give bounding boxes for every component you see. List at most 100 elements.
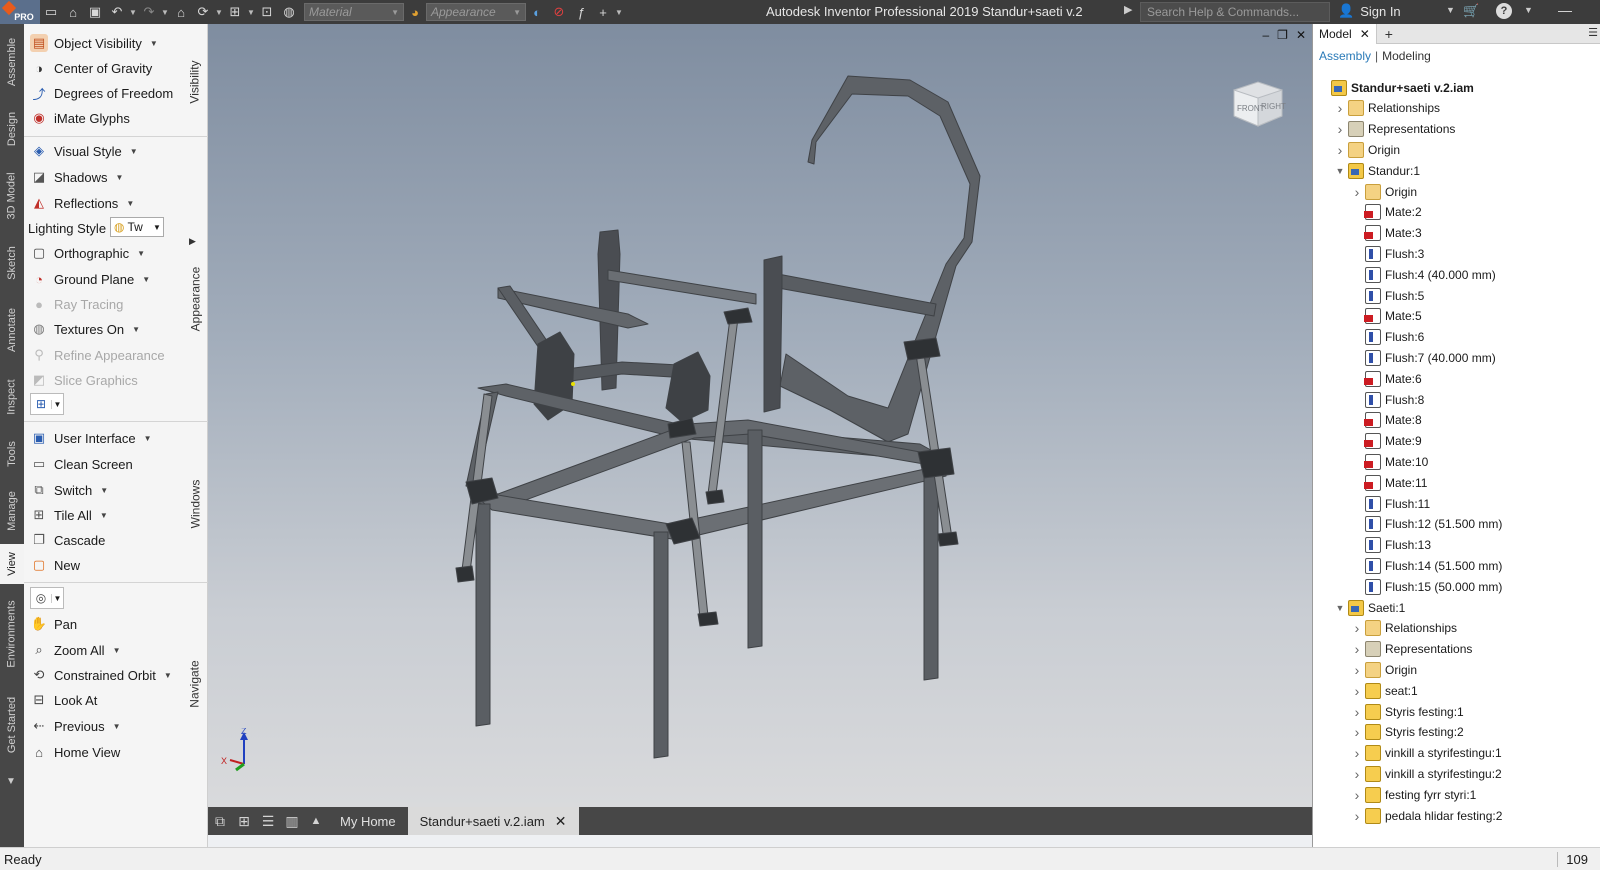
clear-appearance-icon[interactable]: ⊘	[548, 2, 570, 22]
tree-item[interactable]: › Origin	[1351, 659, 1417, 680]
add-tab-icon[interactable]: +	[1385, 26, 1393, 42]
new-window-button[interactable]: ▢ New	[30, 554, 80, 576]
chevron-right-icon[interactable]: ›	[1334, 100, 1346, 116]
appearance-expand-icon[interactable]: ▶	[189, 236, 196, 247]
redo-icon[interactable]: ↷	[138, 2, 160, 22]
tab-environments[interactable]: Environments	[0, 592, 24, 676]
ground-plane-button[interactable]: ◔ Ground Plane ▼	[30, 268, 150, 290]
tree-item[interactable]: › pedala hlidar festing:2	[1351, 805, 1502, 826]
cascade-windows-icon[interactable]: ⧉	[208, 807, 232, 835]
tree-item[interactable]: Flush:15 (50.000 mm)	[1351, 576, 1502, 597]
update-icon[interactable]: ⟳	[192, 2, 214, 22]
chevron-right-icon[interactable]: ›	[1351, 808, 1363, 824]
tab-assemble[interactable]: Assemble	[0, 30, 24, 94]
chevron-right-icon[interactable]: ›	[1351, 704, 1363, 720]
appearance-sphere-icon[interactable]: ◕	[404, 2, 426, 22]
chevron-right-icon[interactable]: ›	[1351, 724, 1363, 740]
tree-item[interactable]: Mate:2	[1351, 202, 1422, 223]
select-caret-icon[interactable]: ▼	[246, 8, 256, 17]
chevron-right-icon[interactable]: ›	[1351, 641, 1363, 657]
cart-icon[interactable]: 🛒	[1463, 3, 1479, 19]
tree-item[interactable]: Flush:6	[1351, 327, 1424, 348]
steering-wheel-split-button[interactable]: ◎ ▼	[30, 587, 64, 609]
zoom-all-button[interactable]: ⌕ Zoom All ▼	[30, 639, 120, 661]
tile-windows-icon[interactable]: ⊞	[232, 807, 256, 835]
new-file-icon[interactable]: ▭	[40, 2, 62, 22]
tree-item[interactable]: › Representations	[1334, 119, 1455, 140]
degrees-of-freedom-button[interactable]: ⤴ Degrees of Freedom	[30, 82, 173, 104]
chevron-right-icon[interactable]: ›	[1351, 745, 1363, 761]
tab-annotate[interactable]: Annotate	[0, 298, 24, 362]
ray-tracing-button[interactable]: ● Ray Tracing	[30, 293, 123, 315]
tree-item[interactable]: › Styris festing:2	[1351, 722, 1464, 743]
orthographic-button[interactable]: ▢ Orthographic ▼	[30, 242, 145, 264]
tree-item[interactable]: Standur+saeti v.2.iam	[1317, 77, 1474, 98]
tab-view[interactable]: View	[0, 544, 24, 584]
tree-item[interactable]: › vinkill a styrifestingu:1	[1351, 743, 1502, 764]
tree-item[interactable]: Flush:14 (51.500 mm)	[1351, 555, 1502, 576]
tab-get-started[interactable]: Get Started	[0, 684, 24, 766]
appearance-combo[interactable]: Appearance ▼	[426, 3, 526, 21]
tree-item[interactable]: Mate:9	[1351, 431, 1422, 452]
tree-item[interactable]: Flush:12 (51.500 mm)	[1351, 514, 1502, 535]
tree-item[interactable]: Mate:10	[1351, 451, 1428, 472]
tree-item[interactable]: › Relationships	[1351, 618, 1457, 639]
tab-active-document[interactable]: Standur+saeti v.2.iam ✕	[407, 807, 579, 835]
pan-button[interactable]: ✋ Pan	[30, 613, 77, 635]
save-icon[interactable]: ▣	[84, 2, 106, 22]
close-icon[interactable]: ✕	[555, 813, 567, 830]
tree-item[interactable]: ▼ Saeti:1	[1334, 597, 1405, 618]
tree-item[interactable]: Mate:5	[1351, 306, 1422, 327]
minimize-icon[interactable]: —	[1558, 2, 1572, 18]
tab-3d-model[interactable]: 3D Model	[0, 164, 24, 228]
chevron-down-icon[interactable]: ▼	[1334, 603, 1346, 613]
tile-vertical-icon[interactable]: ▥	[280, 807, 304, 835]
sign-in-caret-icon[interactable]: ▼	[1446, 5, 1455, 15]
view-mode-split-button[interactable]: ⊞ ▼	[30, 393, 64, 415]
tree-item[interactable]: Flush:13	[1351, 535, 1431, 556]
tree-item[interactable]: Mate:3	[1351, 223, 1422, 244]
tab-model[interactable]: Model ✕	[1313, 24, 1377, 44]
view-cube[interactable]: FRONT RIGHT	[1228, 76, 1288, 128]
mode-modeling[interactable]: Modeling	[1382, 49, 1431, 63]
tab-tools[interactable]: Tools	[0, 432, 24, 476]
chevron-right-icon[interactable]: ›	[1334, 121, 1346, 137]
customize-caret-icon[interactable]: ▼	[614, 8, 624, 17]
tree-item[interactable]: ▼ Standur:1	[1334, 160, 1420, 181]
help-caret-icon[interactable]: ▼	[1524, 5, 1533, 15]
tree-item[interactable]: › Relationships	[1334, 98, 1440, 119]
chevron-right-icon[interactable]: ›	[1351, 766, 1363, 782]
user-interface-button[interactable]: ▣ User Interface ▼	[30, 427, 152, 449]
reflections-button[interactable]: ◭ Reflections ▼	[30, 192, 134, 214]
graphics-viewport[interactable]: – ❐ ✕ FRONT RIGHT Z X	[208, 24, 1312, 807]
tree-item[interactable]: Mate:6	[1351, 368, 1422, 389]
look-at-button[interactable]: ⊟ Look At	[30, 689, 98, 711]
tree-item[interactable]: Flush:4 (40.000 mm)	[1351, 264, 1496, 285]
tree-item[interactable]: Flush:7 (40.000 mm)	[1351, 347, 1496, 368]
parameters-icon[interactable]: ƒ	[570, 2, 592, 22]
more-tabs-icon[interactable]: ▼	[6, 776, 16, 787]
tab-list-icon[interactable]: ▲	[304, 807, 328, 835]
object-visibility-button[interactable]: ▤ Object Visibility ▼	[30, 32, 158, 54]
close-icon[interactable]: ✕	[1360, 27, 1370, 41]
tree-item[interactable]: › seat:1	[1351, 680, 1418, 701]
tree-item[interactable]: › Representations	[1351, 639, 1472, 660]
tree-item[interactable]: Flush:8	[1351, 389, 1424, 410]
adjust-appearance-icon[interactable]: ◐	[526, 2, 548, 22]
panel-menu-icon[interactable]: ☰	[1588, 26, 1598, 39]
tab-sketch[interactable]: Sketch	[0, 236, 24, 290]
add-icon[interactable]: +	[592, 2, 614, 22]
open-folder-icon[interactable]: ⌂	[62, 2, 84, 22]
measure-icon[interactable]: ⊡	[256, 2, 278, 22]
chevron-right-icon[interactable]: ›	[1351, 620, 1363, 636]
tab-inspect[interactable]: Inspect	[0, 370, 24, 424]
redo-caret-icon[interactable]: ▼	[160, 8, 170, 17]
chevron-right-icon[interactable]: ›	[1351, 662, 1363, 678]
lighting-style-combo[interactable]: ◍ Tw ▼	[110, 217, 164, 237]
tab-my-home[interactable]: My Home	[328, 807, 408, 835]
refine-appearance-button[interactable]: ⚲ Refine Appearance	[30, 344, 164, 366]
tree-item[interactable]: Flush:5	[1351, 285, 1424, 306]
select-icon[interactable]: ⊞	[224, 2, 246, 22]
search-expand-icon[interactable]: ▶	[1124, 3, 1132, 16]
constrained-orbit-button[interactable]: ⟲ Constrained Orbit ▼	[30, 664, 172, 686]
